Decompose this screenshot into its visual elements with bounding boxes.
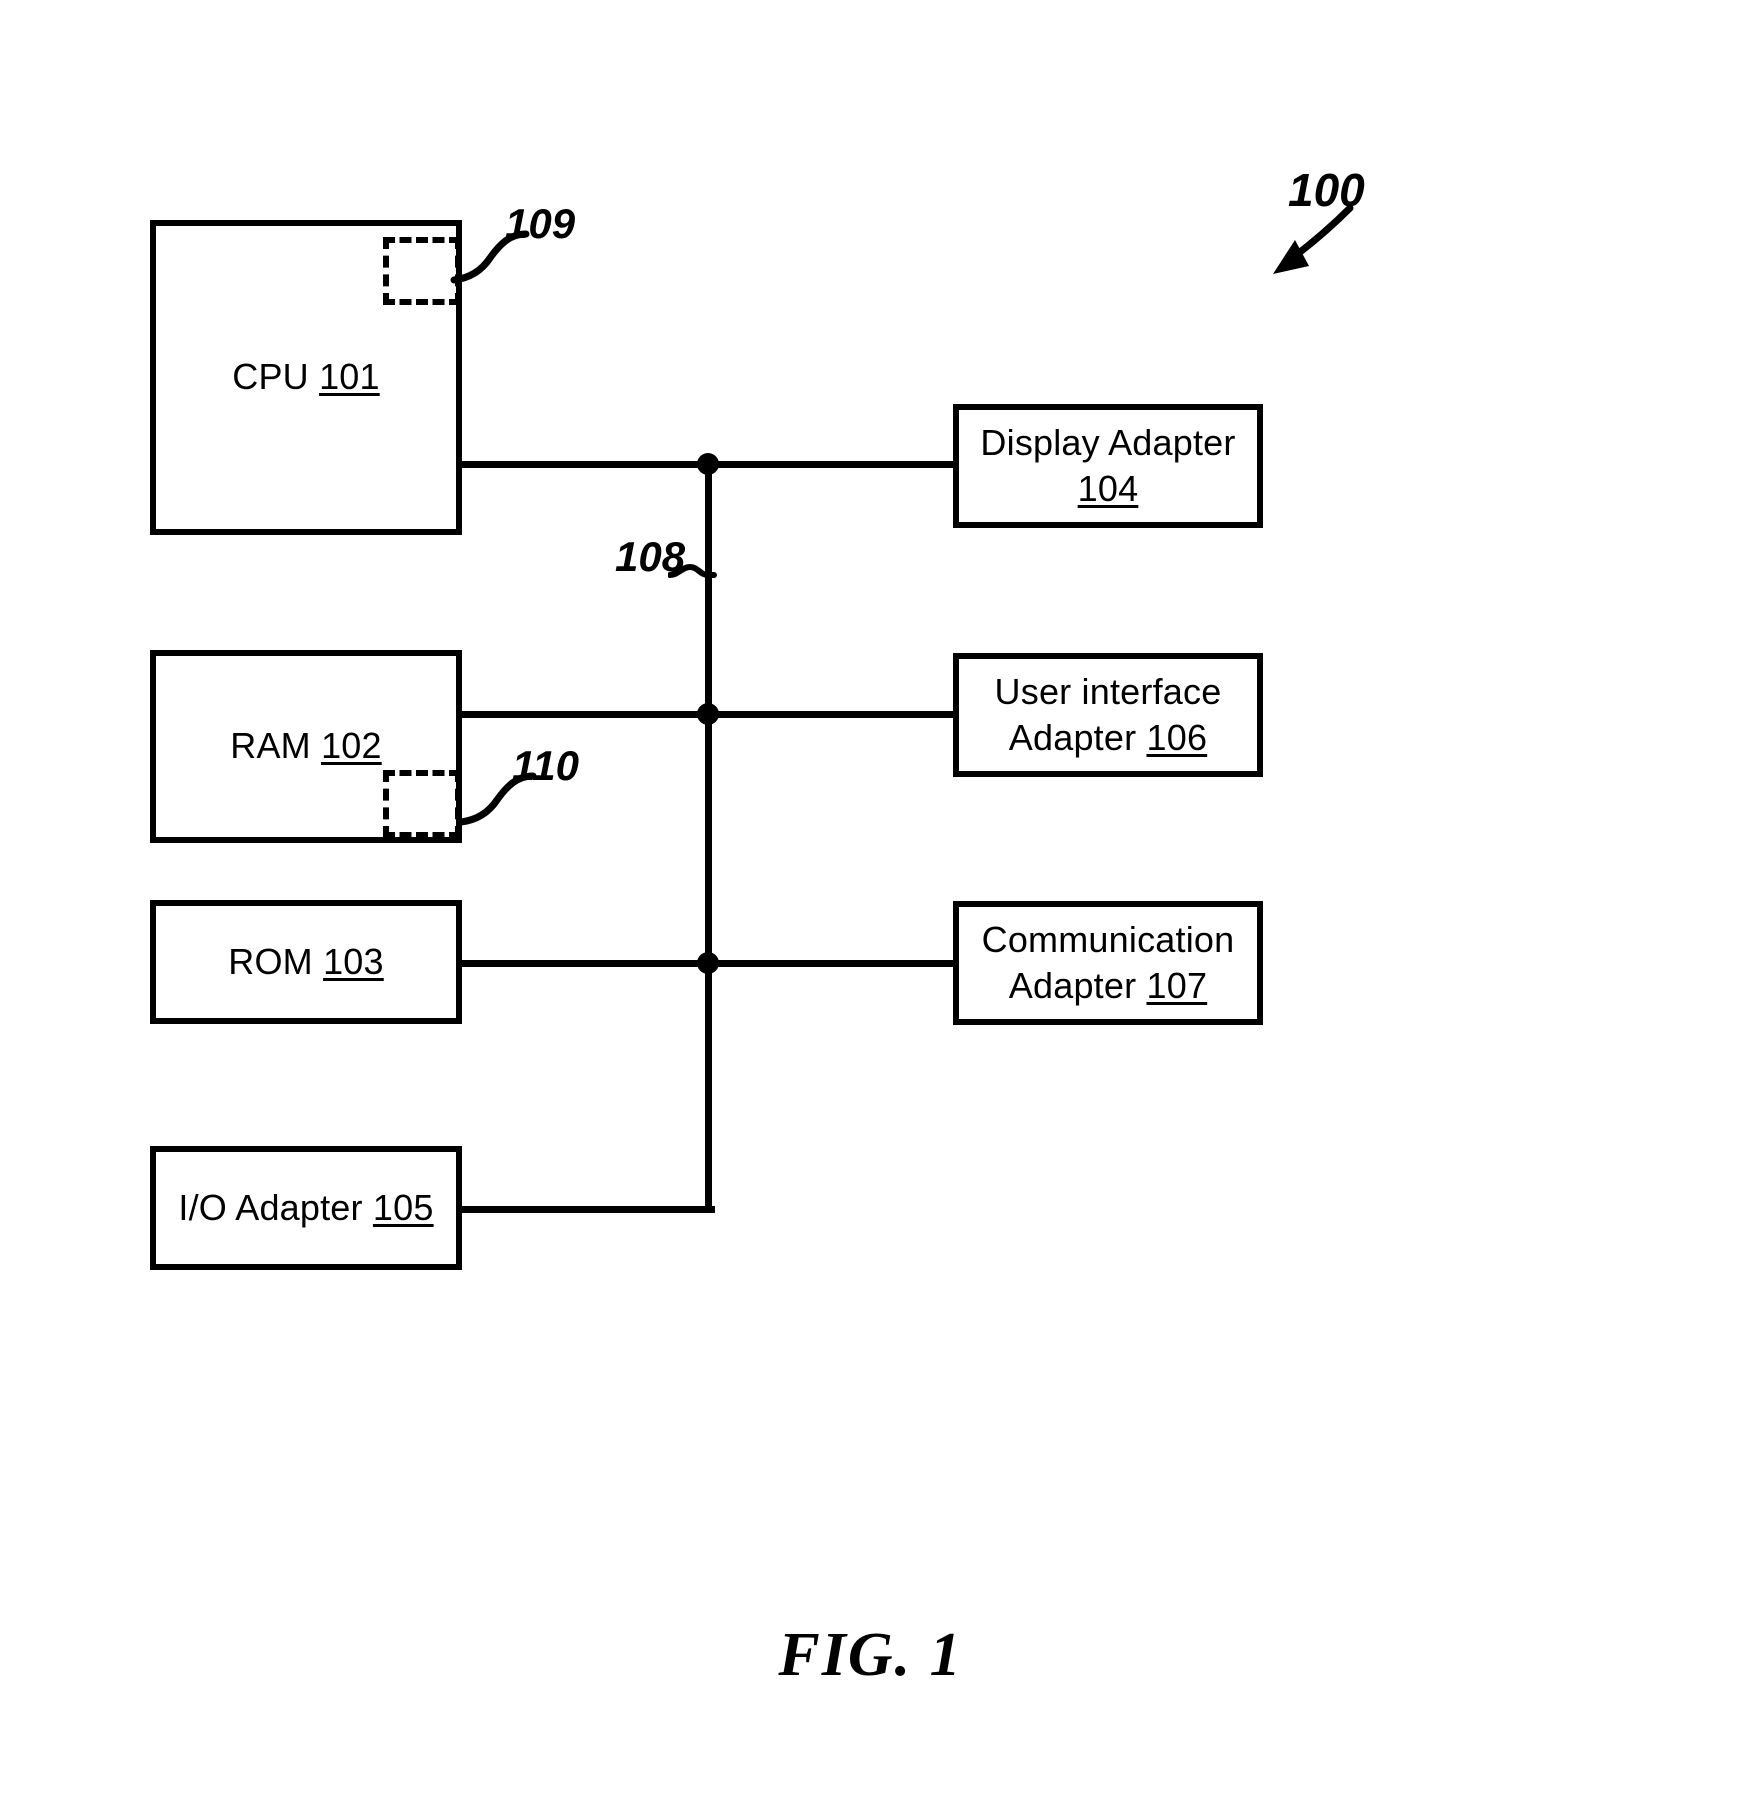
- block-cpu-ref: 101: [319, 356, 380, 398]
- bus-junction-display: [697, 453, 719, 475]
- wire-ram-to-bus: [455, 711, 715, 718]
- bus-spine: [705, 461, 712, 1213]
- block-cpu-label: CPU 101: [232, 354, 379, 400]
- block-display-adapter-name: Display Adapter: [980, 421, 1236, 463]
- block-communication-adapter[interactable]: Communication Adapter 107: [953, 901, 1263, 1025]
- block-cpu-name: CPU: [232, 356, 309, 398]
- block-ram-ref: 102: [321, 725, 382, 767]
- wire-bus-to-user-interface-adapter: [709, 711, 959, 718]
- block-ram-name: RAM: [230, 725, 311, 767]
- block-display-adapter-ref: 104: [1077, 468, 1139, 509]
- block-io-adapter[interactable]: I/O Adapter 105: [150, 1146, 462, 1270]
- block-io-adapter-name: I/O Adapter: [178, 1186, 363, 1228]
- block-rom-name: ROM: [228, 940, 313, 982]
- dashed-box-110[interactable]: [383, 770, 461, 838]
- wire-io-adapter-to-bus: [455, 1206, 715, 1213]
- block-user-interface-adapter[interactable]: User interface Adapter 106: [953, 653, 1263, 777]
- ref-numeral-108: 108: [615, 533, 686, 580]
- wire-rom-to-bus: [455, 960, 715, 967]
- block-rom-ref: 103: [323, 940, 384, 982]
- wire-cpu-to-bus: [455, 461, 715, 468]
- wire-bus-to-communication-adapter: [709, 960, 959, 967]
- patent-figure: CPU 101 RAM 102 ROM 103 I/O Adapter 105 …: [0, 0, 1741, 1794]
- ref-numeral-110: 110: [512, 742, 579, 789]
- block-io-adapter-ref: 105: [372, 1186, 434, 1228]
- block-communication-adapter-label: Communication Adapter 107: [982, 917, 1235, 1009]
- bus-junction-user-interface: [697, 703, 719, 725]
- ref-numeral-109: 109: [505, 200, 576, 247]
- block-io-adapter-label: I/O Adapter 105: [178, 1185, 433, 1231]
- bus-junction-communication: [697, 952, 719, 974]
- figure-caption: FIG. 1: [778, 1621, 963, 1689]
- block-ram-label: RAM 102: [230, 723, 381, 769]
- block-rom-label: ROM 103: [228, 939, 383, 985]
- block-display-adapter-label: Display Adapter 104: [980, 420, 1235, 512]
- wire-bus-to-display-adapter: [709, 461, 959, 468]
- dashed-box-109[interactable]: [383, 237, 461, 305]
- block-user-interface-adapter-label: User interface Adapter 106: [995, 669, 1222, 761]
- block-communication-adapter-ref: 107: [1146, 965, 1208, 1006]
- ref-numeral-100: 100: [1288, 164, 1365, 216]
- block-display-adapter[interactable]: Display Adapter 104: [953, 404, 1263, 528]
- block-user-interface-adapter-ref: 106: [1146, 717, 1208, 758]
- block-rom[interactable]: ROM 103: [150, 900, 462, 1024]
